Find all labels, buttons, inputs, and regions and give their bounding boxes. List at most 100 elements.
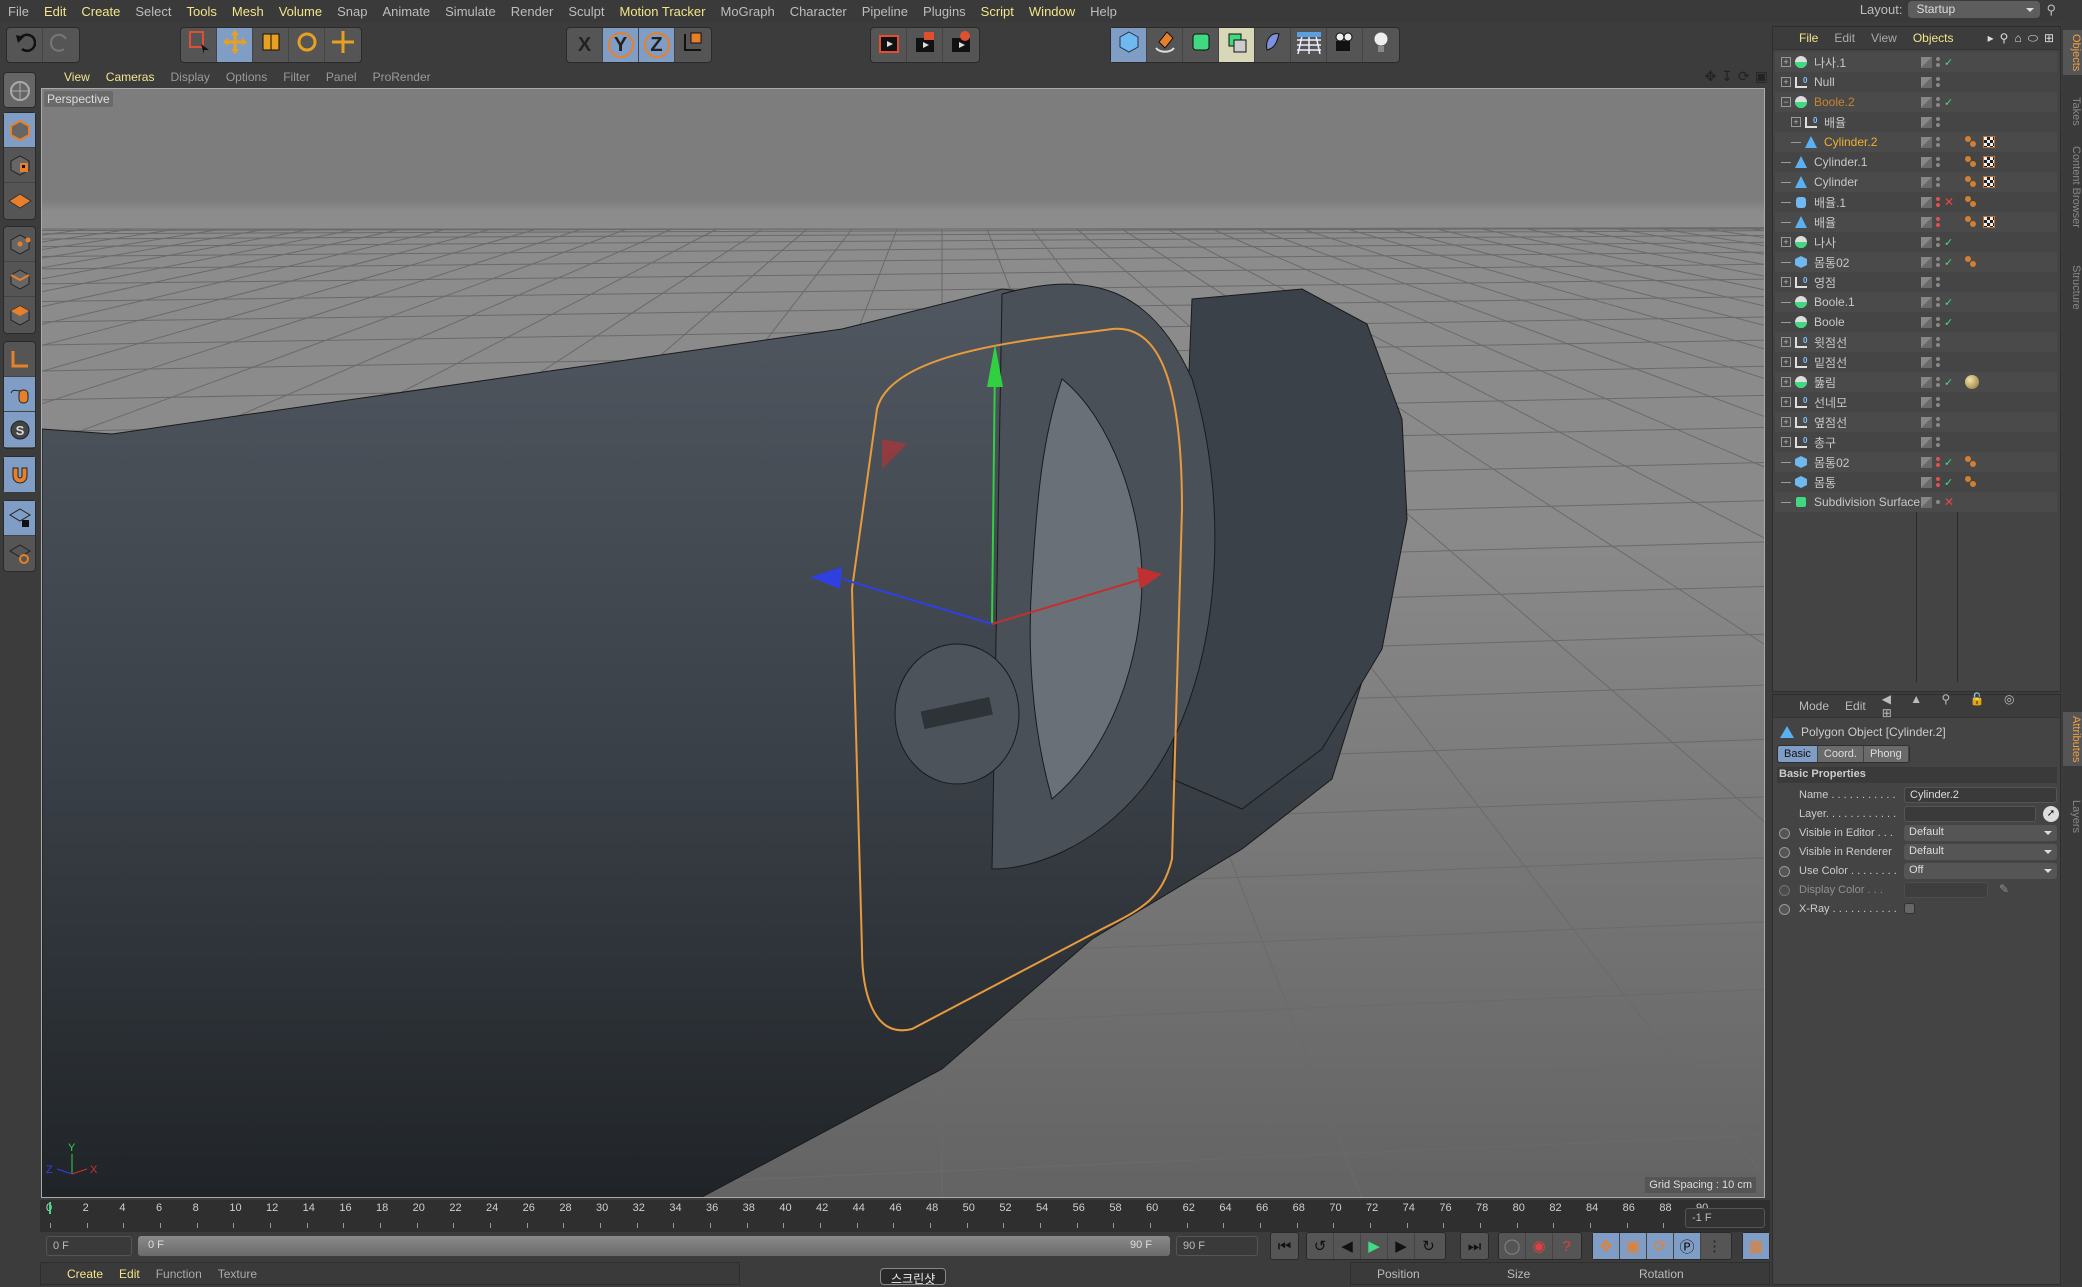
menu-edit[interactable]: Edit — [44, 4, 66, 19]
globe-mode-icon[interactable] — [4, 73, 35, 108]
layer-toggle-icon[interactable] — [1921, 316, 1932, 328]
object-row[interactable]: Subdivision Surface ✕ — [1775, 492, 2057, 512]
animate-radio[interactable] — [1779, 904, 1790, 915]
phong-tag-icon[interactable] — [1965, 196, 1977, 208]
snap-magnet-icon[interactable] — [4, 457, 35, 492]
visibility-dots-icon[interactable] — [1936, 97, 1940, 107]
playhead[interactable] — [49, 1202, 51, 1214]
visibility-dots-icon[interactable] — [1936, 457, 1940, 467]
back-arrow-icon[interactable]: ◀ — [1882, 692, 1891, 706]
object-name[interactable]: 배율.1 — [1814, 194, 1846, 211]
layer-toggle-icon[interactable] — [1921, 436, 1932, 448]
object-name[interactable]: 나사 — [1814, 234, 1836, 251]
menu-snap[interactable]: Snap — [337, 4, 367, 19]
layer-browser-icon[interactable]: ⬭ — [2028, 31, 2038, 46]
object-name[interactable]: 몸통 — [1814, 474, 1836, 491]
object-name[interactable]: 윗점선 — [1814, 334, 1847, 351]
object-name[interactable]: Cylinder — [1814, 175, 1858, 189]
search-icon[interactable]: ⚲ — [2000, 31, 2009, 46]
attr-tab-basic[interactable]: Basic — [1778, 746, 1818, 762]
layer-toggle-icon[interactable] — [1921, 356, 1932, 368]
menu-sculpt[interactable]: Sculpt — [568, 4, 604, 19]
layer-toggle-icon[interactable] — [1921, 476, 1932, 488]
object-name[interactable]: 옆점선 — [1814, 414, 1847, 431]
move-button[interactable] — [217, 28, 253, 62]
y-axis-button[interactable]: Y — [603, 28, 639, 62]
objects-menu-file[interactable]: File — [1799, 31, 1818, 45]
layer-toggle-icon[interactable] — [1921, 336, 1932, 348]
expand-icon[interactable]: + — [1781, 77, 1791, 87]
camera-label[interactable]: Perspective — [44, 91, 113, 107]
current-frame-field[interactable]: -1 F — [1685, 1208, 1765, 1228]
expand-icon[interactable]: + — [1781, 377, 1791, 387]
material-menu-create[interactable]: Create — [67, 1267, 103, 1281]
enabled-check-icon[interactable]: ✓ — [1944, 316, 1953, 329]
texture-tag-icon[interactable] — [1983, 216, 1995, 228]
up-arrow-icon[interactable]: ▲ — [1910, 692, 1922, 706]
menu-plugins[interactable]: Plugins — [923, 4, 966, 19]
animate-radio[interactable] — [1779, 866, 1790, 877]
object-name[interactable]: 배율 — [1814, 214, 1836, 231]
expand-icon[interactable]: + — [1791, 117, 1801, 127]
viewport-menu-prorender[interactable]: ProRender — [373, 70, 431, 84]
record-keyframe-icon[interactable]: ◉ — [1526, 1233, 1553, 1259]
arrow-right-icon[interactable]: ▸ — [1988, 31, 1994, 46]
object-row[interactable]: +0 밑점선 — [1775, 352, 2057, 372]
layer-toggle-icon[interactable] — [1921, 136, 1932, 148]
layer-toggle-icon[interactable] — [1921, 236, 1932, 248]
collapse-icon[interactable]: − — [1781, 97, 1791, 107]
phong-tag-icon[interactable] — [1965, 136, 1977, 148]
polygons-mode-icon[interactable] — [4, 297, 35, 332]
material-menu-function[interactable]: Function — [156, 1267, 202, 1281]
objects-menu-edit[interactable]: Edit — [1834, 31, 1855, 45]
object-row[interactable]: +0 옆점선 — [1775, 412, 2057, 432]
render-picture-viewer-button[interactable] — [907, 28, 943, 62]
object-name[interactable]: 나사.1 — [1814, 54, 1846, 71]
layout-dropdown[interactable]: Startup — [1908, 1, 2041, 18]
previous-frame-icon[interactable]: ◀ — [1334, 1233, 1361, 1259]
animate-radio[interactable] — [1779, 847, 1790, 858]
material-tag-icon[interactable] — [1965, 375, 1979, 389]
side-tab-content-browser[interactable]: Content Browser — [2063, 142, 2082, 232]
enabled-check-icon[interactable]: ✓ — [1944, 376, 1953, 389]
rotate-button[interactable] — [289, 28, 325, 62]
visibility-dots-icon[interactable] — [1936, 417, 1940, 427]
layer-toggle-icon[interactable] — [1921, 96, 1932, 108]
visibility-dots-icon[interactable] — [1936, 377, 1940, 387]
phong-tag-icon[interactable] — [1965, 176, 1977, 188]
target-icon[interactable]: ◎ — [2004, 692, 2014, 706]
layer-toggle-icon[interactable] — [1921, 76, 1932, 88]
eyedropper-icon[interactable]: ✎ — [1999, 882, 2009, 896]
phong-tag-icon[interactable] — [1965, 476, 1977, 488]
object-row[interactable]: 배율.1 ✕ — [1775, 192, 2057, 212]
object-row[interactable]: +0 선네모 — [1775, 392, 2057, 412]
menu-mograph[interactable]: MoGraph — [720, 4, 774, 19]
enabled-check-icon[interactable]: ✓ — [1944, 296, 1953, 309]
object-row[interactable]: 몸통02 ✓ — [1775, 252, 2057, 272]
attr-dropdown[interactable]: Off — [1904, 863, 2057, 879]
object-name[interactable]: Cylinder.2 — [1824, 135, 1877, 149]
visibility-dots-icon[interactable] — [1936, 217, 1940, 227]
orbit-icon[interactable]: ⟳ — [1738, 68, 1750, 85]
objects-menu-view[interactable]: View — [1871, 31, 1897, 45]
axis-mode-icon[interactable] — [4, 342, 35, 377]
workplane-lock-icon[interactable] — [4, 501, 35, 536]
menu-pipeline[interactable]: Pipeline — [862, 4, 908, 19]
visibility-dots-icon[interactable] — [1936, 117, 1940, 127]
object-row[interactable]: Boole ✓ — [1775, 312, 2057, 332]
texture-tag-icon[interactable] — [1983, 136, 1995, 148]
light-button[interactable] — [1363, 28, 1399, 62]
object-row[interactable]: 배율 — [1775, 212, 2057, 232]
object-name[interactable]: 총구 — [1814, 434, 1836, 451]
attributes-menu-edit[interactable]: Edit — [1845, 699, 1866, 713]
attr-tab-phong[interactable]: Phong — [1863, 746, 1909, 762]
viewport-menu-options[interactable]: Options — [226, 70, 267, 84]
attr-dropdown[interactable]: Default — [1904, 825, 2057, 841]
layer-toggle-icon[interactable] — [1921, 296, 1932, 308]
layer-toggle-icon[interactable] — [1921, 176, 1932, 188]
search-icon[interactable]: ⚲ — [1942, 692, 1951, 706]
new-panel-icon[interactable]: ⊞ — [2044, 31, 2054, 46]
render-settings-button[interactable] — [943, 28, 979, 62]
object-row[interactable]: + 나사 ✓ — [1775, 232, 2057, 252]
visibility-dots-icon[interactable] — [1936, 77, 1940, 87]
